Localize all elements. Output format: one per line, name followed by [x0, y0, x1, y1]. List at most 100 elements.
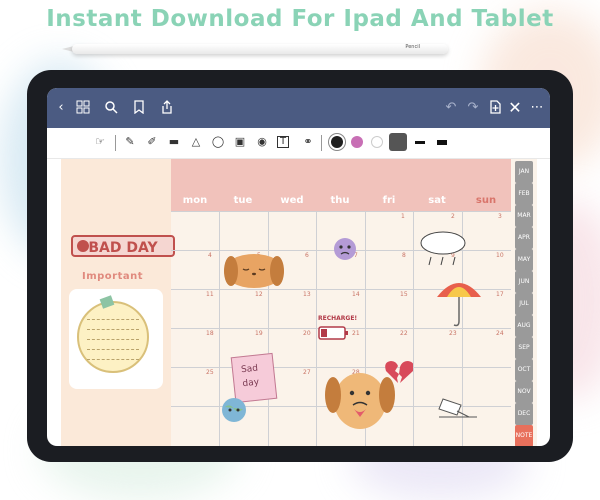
apple-pencil: Pencil	[72, 44, 448, 54]
tablet-screen: ‹ ↶ ↷ ✕ ⋯ ☞ ✎ ✐ ▬ △ ◯ ▣ ◉ T ⚭ BAD DAY Im…	[47, 88, 550, 446]
low-battery-sticker[interactable]	[317, 323, 351, 343]
day-name-tue: tue	[233, 195, 253, 206]
date-number: 13	[303, 291, 311, 298]
highlighter-icon[interactable]: ✐	[145, 135, 159, 149]
month-tab-jul[interactable]: JUL	[515, 293, 533, 315]
note-line	[87, 339, 139, 340]
month-tabs: JAN FEB MAR APR MAY JUN JUL AUG SEP OCT …	[511, 159, 537, 446]
day-name-fri: fri	[382, 195, 396, 206]
month-tab-feb[interactable]: FEB	[515, 183, 533, 205]
broken-heart-sticker[interactable]	[383, 359, 413, 385]
spilled-glass-sticker[interactable]	[433, 391, 483, 421]
sleepy-dog-sticker[interactable]	[221, 239, 287, 289]
note-line	[87, 349, 139, 350]
add-page-icon[interactable]	[487, 100, 503, 116]
no-entry-icon	[77, 240, 89, 252]
date-number: 17	[496, 291, 504, 298]
date-number: 6	[305, 252, 309, 259]
lasso-icon[interactable]: ◯	[211, 135, 225, 149]
day-name-sat: sat	[428, 195, 446, 206]
redo-icon[interactable]: ↷	[465, 100, 481, 116]
important-heading: Important	[82, 271, 144, 282]
date-number: 8	[402, 252, 406, 259]
date-number: 23	[449, 330, 457, 337]
bookmark-icon[interactable]	[131, 100, 147, 116]
grid-line	[413, 211, 414, 446]
color-pink-swatch[interactable]	[351, 136, 363, 148]
bad-day-label: BAD DAY	[88, 240, 158, 256]
text-icon[interactable]: T	[277, 136, 289, 148]
sad-ball-sticker[interactable]	[331, 233, 367, 265]
month-tab-jun[interactable]: JUN	[515, 271, 533, 293]
day-name-mon: mon	[182, 195, 208, 206]
month-tab-sep[interactable]: SEP	[515, 337, 533, 359]
month-tab-nov[interactable]: NOV	[515, 381, 533, 403]
grid-icon[interactable]	[75, 100, 91, 116]
date-number: 27	[303, 369, 311, 376]
month-tab-jan[interactable]: JAN	[515, 161, 533, 183]
eraser-icon[interactable]: ▬	[167, 135, 181, 149]
month-tab-note[interactable]: NOTE	[515, 425, 533, 446]
thick-stroke-button[interactable]	[437, 140, 447, 145]
date-number: 14	[352, 291, 360, 298]
pencil-label: Pencil	[405, 44, 420, 50]
day-name-sun: sun	[475, 195, 497, 206]
month-tab-dec[interactable]: DEC	[515, 403, 533, 425]
color-white-swatch[interactable]	[371, 136, 383, 148]
month-tab-oct[interactable]: OCT	[515, 359, 533, 381]
date-number: 24	[496, 330, 504, 337]
lined-note-sticker[interactable]	[77, 301, 149, 373]
link-icon[interactable]: ⚭	[301, 135, 315, 149]
pen-icon[interactable]: ✎	[123, 135, 137, 149]
crying-earth-sticker[interactable]	[219, 395, 249, 425]
day-name-thu: thu	[330, 195, 350, 206]
grid-line	[171, 211, 511, 212]
date-number: 12	[255, 291, 263, 298]
rain-cloud-sticker[interactable]	[417, 227, 469, 269]
lasso-hand-icon[interactable]: ☞	[93, 135, 107, 149]
close-icon[interactable]: ✕	[507, 100, 523, 116]
date-number: 25	[206, 369, 214, 376]
recharge-label: RECHARGE!	[318, 315, 358, 322]
planner-page: BAD DAY Important mon tue wed thu fri sa…	[61, 159, 537, 446]
camera-icon[interactable]: ◉	[255, 135, 269, 149]
back-icon[interactable]: ‹	[53, 100, 69, 116]
undo-icon[interactable]: ↶	[443, 100, 459, 116]
color-black-swatch[interactable]	[331, 136, 343, 148]
date-number: 10	[496, 252, 504, 259]
headline: Instant Download For Ipad And Tablet	[46, 6, 554, 32]
search-icon[interactable]	[103, 100, 119, 116]
date-number: 2	[451, 213, 455, 220]
date-number: 4	[208, 252, 212, 259]
date-number: 11	[206, 291, 214, 298]
date-number: 20	[303, 330, 311, 337]
share-icon[interactable]	[159, 100, 175, 116]
image-icon[interactable]: ▣	[233, 135, 247, 149]
note-line	[87, 329, 139, 330]
umbrella-sticker[interactable]	[435, 275, 483, 331]
day-name-wed: wed	[280, 195, 304, 206]
date-number: 21	[352, 330, 360, 337]
date-number: 19	[255, 330, 263, 337]
note-line	[87, 359, 139, 360]
note-line	[87, 319, 139, 320]
month-tab-mar[interactable]: MAR	[515, 205, 533, 227]
top-navigation-bar: ‹ ↶ ↷ ✕ ⋯	[47, 88, 550, 128]
month-tab-aug[interactable]: AUG	[515, 315, 533, 337]
thin-stroke-button[interactable]	[389, 133, 407, 151]
date-number: 3	[498, 213, 502, 220]
date-number: 15	[400, 291, 408, 298]
sad-day-line2: day	[242, 377, 260, 390]
month-tab-apr[interactable]: APR	[515, 227, 533, 249]
shapes-icon[interactable]: △	[189, 135, 203, 149]
more-icon[interactable]: ⋯	[529, 100, 545, 116]
date-number: 1	[401, 213, 405, 220]
bad-day-sticker[interactable]: BAD DAY	[71, 235, 175, 257]
date-number: 18	[206, 330, 214, 337]
toolbar-divider	[115, 135, 116, 151]
drawing-toolbar: ☞ ✎ ✐ ▬ △ ◯ ▣ ◉ T ⚭	[47, 128, 550, 159]
month-tab-may[interactable]: MAY	[515, 249, 533, 271]
date-number: 22	[400, 330, 408, 337]
medium-stroke-button[interactable]	[415, 141, 425, 144]
sad-day-line1: Sad	[240, 363, 259, 376]
